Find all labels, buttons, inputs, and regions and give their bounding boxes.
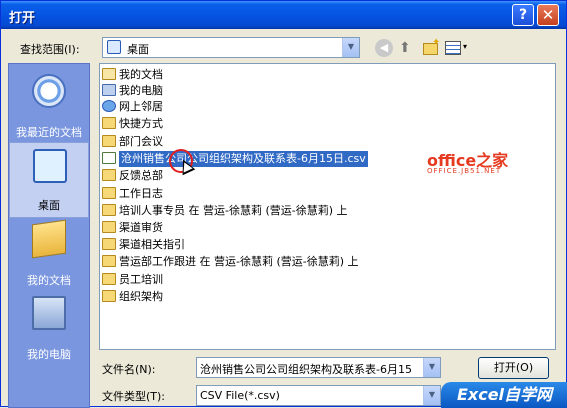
place-my-documents[interactable]: 我的文档 (9, 216, 89, 292)
my-documents-icon (102, 68, 116, 80)
my-computer-icon (32, 296, 66, 330)
filename-label: 文件名(N): (102, 363, 156, 376)
item-label: 部门会议 (119, 135, 163, 148)
recent-docs-icon (32, 74, 66, 108)
place-desktop[interactable]: 桌面 (9, 142, 89, 218)
office-watermark-sub: OFFICE.JB51.NET (427, 167, 502, 175)
folder-icon (102, 117, 116, 129)
look-in-label: 查找范围(I): (20, 43, 80, 56)
shared-folder-icon (102, 204, 116, 216)
desktop-small-icon (107, 40, 121, 54)
my-documents-icon (32, 219, 66, 259)
open-file-dialog: 打开 ? ✕ 查找范围(I): 桌面 ▼ ◀ ⬆ ✦ ▾ 我最近的文档 桌面 我… (0, 0, 567, 408)
title-bar[interactable]: 打开 ? ✕ (1, 1, 566, 29)
place-label: 我的文档 (27, 274, 71, 287)
folder-icon (102, 135, 116, 147)
item-label: 工作日志 (119, 187, 163, 200)
sparkle-glyph: ✦ (432, 37, 441, 48)
item-label: 网上邻居 (119, 100, 163, 113)
item-label: 培训人事专员 在 营运-徐慧莉 (营运-徐慧莉) 上 (119, 204, 348, 217)
window-title: 打开 (9, 11, 36, 26)
chevron-down-icon[interactable]: ▼ (423, 386, 440, 405)
item-label: 我的电脑 (119, 84, 163, 97)
folder-icon (102, 238, 116, 250)
back-icon[interactable]: ◀ (375, 39, 393, 57)
place-recent-docs[interactable]: 我最近的文档 (9, 68, 89, 144)
item-label: 营运部工作跟进 在 营运-徐慧莉 (营运-徐慧莉) 上 (119, 255, 359, 268)
folder-icon (102, 169, 116, 181)
item-label: 沧州销售公司公司组织架构及联系表-6月15日.csv (118, 150, 369, 168)
folder-icon (102, 187, 116, 199)
places-bar: 我最近的文档 桌面 我的文档 我的电脑 (8, 63, 90, 408)
look-in-combo[interactable]: 桌面 ▼ (102, 37, 360, 58)
filename-combo[interactable]: 沧州销售公司公司组织架构及联系表-6月15 ▼ (196, 357, 441, 378)
filename-value[interactable]: 沧州销售公司公司组织架构及联系表-6月15 (200, 361, 422, 377)
chevron-down-icon[interactable]: ▼ (423, 358, 440, 377)
place-my-computer[interactable]: 我的电脑 (9, 290, 89, 366)
help-button[interactable]: ? (512, 4, 534, 26)
views-arrow: ▾ (463, 42, 468, 51)
look-in-value: 桌面 (127, 43, 149, 56)
new-folder-icon[interactable]: ✦ (422, 37, 441, 57)
list-view-icon (445, 41, 461, 55)
chevron-down-icon[interactable]: ▼ (342, 38, 359, 57)
folder-icon (102, 290, 116, 302)
shared-folder-icon (102, 255, 116, 267)
file-list[interactable]: 我的文档 我的电脑 网上邻居 快捷方式 部门会议 沧州销售公司公司组织架构及联系… (99, 63, 556, 350)
place-label: 我的电脑 (27, 348, 71, 361)
excel-watermark: Excel自学网 (441, 382, 567, 408)
filetype-combo[interactable]: CSV File(*.csv) ▼ (196, 385, 441, 406)
item-label: 员工培训 (119, 273, 163, 286)
csv-file-icon (102, 152, 116, 164)
desktop-icon (33, 149, 67, 183)
views-menu-icon[interactable]: ▾ (445, 39, 471, 57)
item-label: 组织架构 (119, 290, 163, 303)
item-label: 反馈总部 (119, 169, 163, 182)
place-label: 桌面 (38, 199, 60, 212)
close-button[interactable]: ✕ (537, 4, 559, 26)
up-folder-icon[interactable]: ⬆ (399, 39, 417, 57)
filetype-label: 文件类型(T): (102, 390, 166, 403)
place-label: 我最近的文档 (16, 126, 82, 139)
item-label: 渠道审货 (119, 221, 163, 234)
open-button[interactable]: 打开(O) (478, 357, 549, 379)
item-label: 渠道相关指引 (119, 238, 185, 251)
network-icon (102, 100, 116, 112)
folder-icon (102, 273, 116, 285)
computer-icon (102, 84, 116, 96)
item-label: 快捷方式 (119, 117, 163, 130)
filetype-value: CSV File(*.csv) (200, 389, 280, 402)
item-label: 我的文档 (119, 68, 163, 81)
folder-icon (102, 221, 116, 233)
